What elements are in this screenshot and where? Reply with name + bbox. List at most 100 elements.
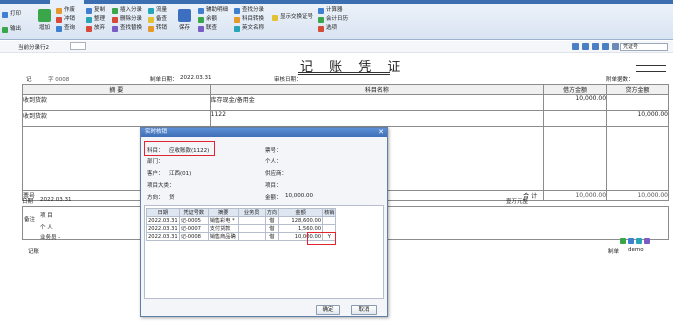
aux-detail-button[interactable]: 辅助明细 xyxy=(198,6,228,15)
tool-icon[interactable] xyxy=(644,238,650,244)
transfer-button[interactable]: 转销 xyxy=(148,24,167,33)
delete-entry-button[interactable]: 删除分录 xyxy=(112,15,142,24)
discard-button[interactable]: 放弃 xyxy=(86,24,105,33)
first-record-icon[interactable] xyxy=(572,43,579,50)
voucher-number[interactable]: 字 0008 xyxy=(48,75,69,83)
calendar-icon xyxy=(318,16,324,23)
tool-icon[interactable] xyxy=(620,238,626,244)
calendar-button[interactable]: 会计日历 xyxy=(318,15,348,24)
debit-cell[interactable] xyxy=(543,110,608,127)
find-icon xyxy=(234,7,240,14)
close-icon[interactable]: ✕ xyxy=(378,128,384,137)
divider xyxy=(636,65,666,66)
subject-convert-button[interactable]: 科目转换 xyxy=(234,15,264,24)
export-button[interactable]: 输出 xyxy=(2,25,21,34)
summary-cell[interactable]: 收到货款 xyxy=(22,110,211,127)
english-icon xyxy=(234,25,240,32)
arrange-button[interactable]: 整理 xyxy=(86,15,105,24)
next-record-icon[interactable] xyxy=(592,43,599,50)
project-label: 项目： xyxy=(265,183,282,189)
col-account: 科目名称 xyxy=(209,84,545,95)
ribbon-group-7: 计算器 会计日历 选项 xyxy=(318,6,348,33)
voucher-date[interactable]: 2022.03.31 xyxy=(180,75,212,81)
tool-icon[interactable] xyxy=(628,238,634,244)
row-direction: 借 xyxy=(264,224,280,233)
col-summary: 摘 要 xyxy=(22,84,211,95)
add-button[interactable]: 增加 xyxy=(38,9,51,31)
save-button[interactable]: 保存 xyxy=(178,9,191,31)
table-row[interactable]: 收到货款 1122 10,000.00 xyxy=(22,110,669,127)
customer-value[interactable]: 江西(01) xyxy=(169,169,191,177)
empty-cell[interactable] xyxy=(606,126,669,191)
grid-col-mark: 核销 xyxy=(322,208,337,217)
ribbon-tabstrip xyxy=(0,0,673,4)
highlight-box xyxy=(307,232,336,245)
highlight-box xyxy=(144,141,215,156)
memo-button[interactable]: 备查 xyxy=(148,15,167,24)
link-icon xyxy=(198,25,204,32)
voucher-search-input[interactable]: 凭证号 xyxy=(620,43,668,51)
tool-icon[interactable] xyxy=(636,238,642,244)
row-amount: 128,600.00 xyxy=(278,216,324,225)
table-row[interactable]: 收到货款 库存现金/备用金 10,000.00 xyxy=(22,94,669,111)
ribbon-group-5: 辅助明细 余额 联查 xyxy=(198,6,228,33)
copy-button[interactable]: 复制 xyxy=(86,6,105,15)
insert-entry-button[interactable]: 插入分录 xyxy=(112,6,142,15)
print-button[interactable]: 打印 xyxy=(2,10,21,19)
void-icon xyxy=(56,7,62,14)
link-query-button[interactable]: 联查 xyxy=(198,24,228,33)
voucher-prefix: 记 xyxy=(26,77,32,83)
flow-button[interactable]: 流量 xyxy=(148,6,167,15)
customer-label: 客户： xyxy=(147,171,164,177)
options-icon xyxy=(318,25,324,32)
cancel-button[interactable]: 取消 xyxy=(351,305,377,315)
locate-icon[interactable] xyxy=(612,43,619,50)
tab-active[interactable] xyxy=(50,0,84,5)
ok-button[interactable]: 确定 xyxy=(316,305,340,315)
arrange-icon xyxy=(86,16,92,23)
total-debit: 10,000.00 xyxy=(543,190,608,201)
credit-cell[interactable]: 10,000.00 xyxy=(606,110,669,127)
grid-col-clerk: 业务员 xyxy=(237,208,266,217)
table-row[interactable]: 2022.03.31 记-0005 销售彩电 * 借 128,600.00 xyxy=(146,216,337,225)
note-person: 个 人 xyxy=(40,225,53,231)
grid-col-date: 日期 xyxy=(146,208,180,217)
find-entry-button[interactable]: 查找分录 xyxy=(234,6,264,15)
calculator-icon xyxy=(318,7,324,14)
find-replace-button[interactable]: 查找替换 xyxy=(112,24,142,33)
row-mark[interactable] xyxy=(322,216,337,225)
divider xyxy=(636,71,666,72)
row-direction: 借 xyxy=(264,232,280,241)
grid-col-voucher: 凭证号数 xyxy=(178,208,209,217)
summary-cell[interactable]: 收到货款 xyxy=(22,94,211,111)
ribbon-group-3: 插入分录 删除分录 查找替换 xyxy=(112,6,142,33)
discard-icon xyxy=(86,25,92,32)
col-debit: 借方金额 xyxy=(543,84,608,95)
prev-record-icon[interactable] xyxy=(582,43,589,50)
dialog-title: 实时核销 xyxy=(141,128,387,137)
current-entry-field[interactable] xyxy=(70,42,86,50)
memo-icon xyxy=(148,16,154,23)
maker-label: 制单 xyxy=(608,249,620,255)
balance-button[interactable]: 余额 xyxy=(198,15,228,24)
supplier-label: 供应商： xyxy=(265,171,288,177)
account-cell[interactable]: 1122 xyxy=(209,110,545,127)
options-button[interactable]: 选项 xyxy=(318,24,348,33)
last-record-icon[interactable] xyxy=(602,43,609,50)
date2-label: 日期 xyxy=(22,199,34,205)
calculator-button[interactable]: 计算器 xyxy=(318,6,348,15)
account-cell[interactable]: 库存现金/备用金 xyxy=(209,94,545,111)
reverse-button[interactable]: 冲销 xyxy=(56,15,75,24)
checkbox-icon xyxy=(272,14,278,21)
show-voucher-toggle[interactable]: 显示交换证号 xyxy=(272,13,313,22)
query-button[interactable]: 查询 xyxy=(56,24,75,33)
english-name-button[interactable]: 英文名称 xyxy=(234,24,264,33)
empty-cell[interactable] xyxy=(543,126,608,191)
void-button[interactable]: 作废 xyxy=(56,6,75,15)
row-date: 2022.03.31 xyxy=(146,216,180,225)
detail-icon xyxy=(198,7,204,14)
record-navigator xyxy=(572,43,619,50)
debit-cell[interactable]: 10,000.00 xyxy=(543,94,608,111)
credit-cell[interactable] xyxy=(606,94,669,111)
row-summary: 销售彩电 * xyxy=(207,216,239,225)
